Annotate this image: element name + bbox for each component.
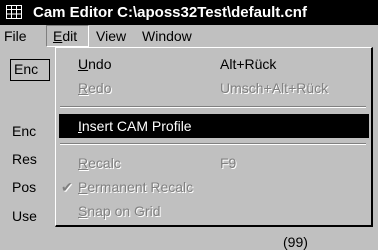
background-label-5: Use [12,208,37,224]
menu-item-recalc[interactable]: Recalc F9 [59,151,369,175]
window-title: Cam Editor C:\aposs32Test\default.cnf [33,4,307,21]
background-partial-text: (99) [283,234,308,250]
menu-item-redo-shortcut: Umsch+Alt+Rück [220,80,329,96]
menu-separator-1 [60,106,366,108]
menu-item-redo[interactable]: Redo Umsch+Alt+Rück [59,76,369,100]
menu-item-insert-cam-profile-label: Insert CAM Profile [78,118,192,134]
menu-edit-label: Edit [53,28,78,44]
title-bar: Cam Editor C:\aposs32Test\default.cnf [0,0,378,25]
menu-item-recalc-label: Recalc [78,155,121,171]
checkmark-icon: ✔ [61,179,73,195]
app-icon [6,5,22,19]
menu-edit[interactable]: Edit [46,25,89,47]
menu-item-snap-on-grid[interactable]: Snap on Grid [59,199,369,223]
background-label-1: Enc [14,61,39,77]
menu-item-undo-shortcut: Alt+Rück [220,56,277,72]
menu-item-undo-label: Undo [78,56,112,72]
menu-view[interactable]: View [96,28,126,44]
background-label-4: Pos [12,179,37,195]
menu-window[interactable]: Window [142,28,192,44]
background-label-2: Enc [12,123,37,139]
menu-separator-2 [60,143,366,145]
menu-item-snap-on-grid-label: Snap on Grid [78,203,161,219]
menu-bar: File Edit View Window [0,25,378,47]
menu-item-redo-label: Redo [78,80,112,96]
edit-menu-dropdown: Undo Alt+Rück Redo Umsch+Alt+Rück Insert… [55,47,373,227]
menu-item-permanent-recalc-label: Permanent Recalc [78,179,194,195]
menu-file[interactable]: File [4,28,27,44]
background-label-3: Res [12,151,37,167]
menu-item-recalc-shortcut: F9 [220,155,237,171]
menu-item-permanent-recalc[interactable]: ✔ Permanent Recalc [59,175,369,199]
menu-item-undo[interactable]: Undo Alt+Rück [59,52,369,76]
menu-item-insert-cam-profile[interactable]: Insert CAM Profile [59,114,369,138]
